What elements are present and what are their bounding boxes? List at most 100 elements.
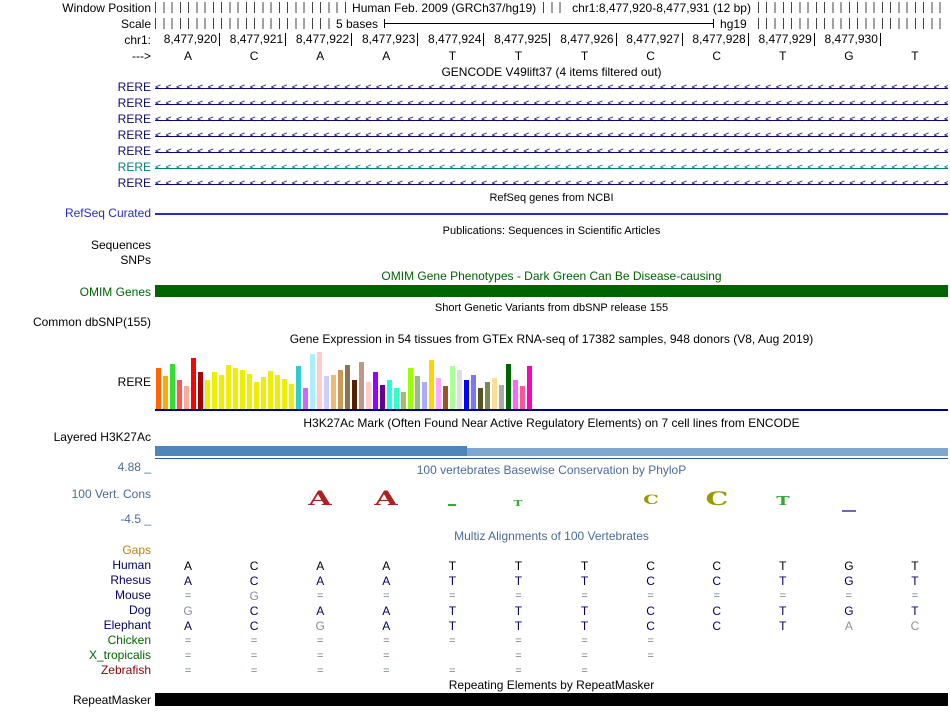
alignment-base: = [684, 589, 750, 603]
gtex-expression-bar[interactable] [415, 376, 420, 410]
gtex-expression-bar[interactable] [527, 366, 532, 410]
gtex-expression-bar[interactable] [289, 384, 294, 410]
reference-base: A [353, 49, 419, 63]
omim-genes-label[interactable]: OMIM Genes [0, 286, 151, 299]
gtex-expression-bar[interactable] [345, 365, 350, 410]
gtex-expression-bar[interactable] [380, 385, 385, 410]
gtex-expression-bar[interactable] [408, 368, 413, 410]
gtex-expression-bar[interactable] [394, 388, 399, 410]
gtex-expression-bar[interactable] [520, 386, 525, 410]
alignment-base: = [287, 589, 353, 603]
gtex-expression-bar[interactable] [303, 388, 308, 410]
gtex-expression-bar[interactable] [212, 372, 217, 410]
gtex-expression-bar[interactable] [450, 366, 455, 410]
gtex-expression-bar[interactable] [429, 360, 434, 410]
snps-track-label[interactable]: SNPs [0, 254, 151, 267]
gene-model-row[interactable]: <<<<<<<<<<<<<<<<<<<<<<<<<<<<<<<<<<<<<<<<… [155, 145, 948, 160]
alignment-base: = [485, 664, 551, 678]
gtex-expression-bar[interactable] [464, 380, 469, 410]
gene-model-row[interactable]: <<<<<<<<<<<<<<<<<<<<<<<<<<<<<<<<<<<<<<<<… [155, 113, 948, 128]
gtex-expression-bar[interactable] [387, 380, 392, 410]
gtex-expression-bar[interactable] [275, 375, 280, 410]
gtex-expression-bar[interactable] [177, 380, 182, 410]
gene-model-row[interactable]: <<<<<<<<<<<<<<<<<<<<<<<<<<<<<<<<<<<<<<<<… [155, 161, 948, 176]
h3k27ac-signal-peak[interactable] [155, 446, 467, 456]
gtex-expression-bar[interactable] [324, 376, 329, 410]
gene-label[interactable]: RERE [0, 113, 151, 126]
gtex-expression-bar[interactable] [359, 362, 364, 410]
gtex-expression-bar[interactable] [310, 354, 315, 410]
alignment-base: A [287, 574, 353, 588]
gene-model-row[interactable]: <<<<<<<<<<<<<<<<<<<<<<<<<<<<<<<<<<<<<<<<… [155, 177, 948, 192]
gtex-expression-bar[interactable] [254, 382, 259, 410]
refseq-curated-line[interactable] [155, 213, 948, 215]
gtex-expression-bar[interactable] [513, 380, 518, 410]
coordinate-label: 8,477,930 [816, 33, 881, 46]
gtex-expression-bar[interactable] [191, 358, 196, 410]
gtex-expression-bar[interactable] [352, 380, 357, 410]
alignment-base: = [353, 649, 419, 663]
gtex-expression-bar[interactable] [436, 378, 441, 410]
gtex-expression-bar[interactable] [219, 375, 224, 410]
sequences-track-label[interactable]: Sequences [0, 239, 151, 252]
alignment-base: = [221, 664, 287, 678]
gtex-expression-bar[interactable] [205, 380, 210, 410]
gtex-expression-bar[interactable] [366, 382, 371, 410]
gene-strand-arrows: <<<<<<<<<<<<<<<<<<<<<<<<<<<<<<<<<<<<<<<<… [155, 177, 948, 192]
alignment-species-label: Human [0, 559, 151, 572]
gtex-expression-bar[interactable] [184, 386, 189, 410]
gene-model-row[interactable]: <<<<<<<<<<<<<<<<<<<<<<<<<<<<<<<<<<<<<<<<… [155, 97, 948, 112]
gtex-expression-bar[interactable] [247, 374, 252, 410]
gtex-expression-bar[interactable] [485, 382, 490, 410]
gtex-gene-label[interactable]: RERE [0, 376, 151, 389]
gtex-expression-bar[interactable] [170, 364, 175, 410]
phylop-plot[interactable]: AATCCT [155, 462, 948, 520]
gtex-expression-bar[interactable] [226, 365, 231, 410]
gtex-expression-bar[interactable] [499, 385, 504, 410]
gtex-expression-bar[interactable] [338, 370, 343, 410]
gene-model-row[interactable]: <<<<<<<<<<<<<<<<<<<<<<<<<<<<<<<<<<<<<<<<… [155, 81, 948, 96]
gtex-expression-bar[interactable] [163, 376, 168, 410]
gene-label[interactable]: RERE [0, 129, 151, 142]
gtex-bars[interactable] [156, 349, 532, 410]
gtex-expression-bar[interactable] [457, 370, 462, 410]
phylop-track-label[interactable]: 100 Vert. Cons [0, 488, 151, 501]
gtex-expression-bar[interactable] [443, 386, 448, 410]
gtex-expression-bar[interactable] [471, 375, 476, 410]
gtex-expression-bar[interactable] [492, 378, 497, 410]
repeatmasker-label[interactable]: RepeatMasker [0, 694, 151, 707]
gtex-expression-bar[interactable] [296, 366, 301, 410]
alignment-species-label: Rhesus [0, 574, 151, 587]
multiz-title: Multiz Alignments of 100 Vertebrates [155, 530, 948, 543]
repeatmasker-band[interactable] [155, 693, 948, 706]
gtex-expression-bar[interactable] [198, 372, 203, 410]
gtex-expression-bar[interactable] [240, 370, 245, 410]
gene-label[interactable]: RERE [0, 81, 151, 94]
gtex-expression-bar[interactable] [401, 392, 406, 410]
refseq-curated-label[interactable]: RefSeq Curated [0, 207, 151, 220]
layered-h3k27ac-label[interactable]: Layered H3K27Ac [0, 431, 151, 444]
gene-label[interactable]: RERE [0, 97, 151, 110]
gtex-expression-bar[interactable] [422, 382, 427, 410]
gencode-title: GENCODE V49lift37 (4 items filtered out) [155, 66, 948, 79]
gene-label[interactable]: RERE [0, 145, 151, 158]
gtex-expression-bar[interactable] [268, 371, 273, 410]
gene-label[interactable]: RERE [0, 177, 151, 190]
gene-label[interactable]: RERE [0, 161, 151, 174]
omim-gene-band[interactable] [155, 285, 948, 297]
alignment-base: = [155, 634, 221, 648]
alignment-base: = [552, 664, 618, 678]
gtex-expression-bar[interactable] [373, 372, 378, 410]
gtex-expression-bar[interactable] [233, 368, 238, 410]
alignment-base: C [684, 574, 750, 588]
gtex-expression-bar[interactable] [317, 352, 322, 410]
gtex-expression-bar[interactable] [478, 388, 483, 410]
alignment-base: G [221, 589, 287, 603]
gene-model-row[interactable]: <<<<<<<<<<<<<<<<<<<<<<<<<<<<<<<<<<<<<<<<… [155, 129, 948, 144]
common-dbsnp-label[interactable]: Common dbSNP(155) [0, 316, 151, 329]
gtex-expression-bar[interactable] [156, 368, 161, 410]
gtex-expression-bar[interactable] [261, 377, 266, 410]
gtex-expression-bar[interactable] [331, 375, 336, 410]
gtex-expression-bar[interactable] [506, 364, 511, 410]
gtex-expression-bar[interactable] [282, 379, 287, 410]
